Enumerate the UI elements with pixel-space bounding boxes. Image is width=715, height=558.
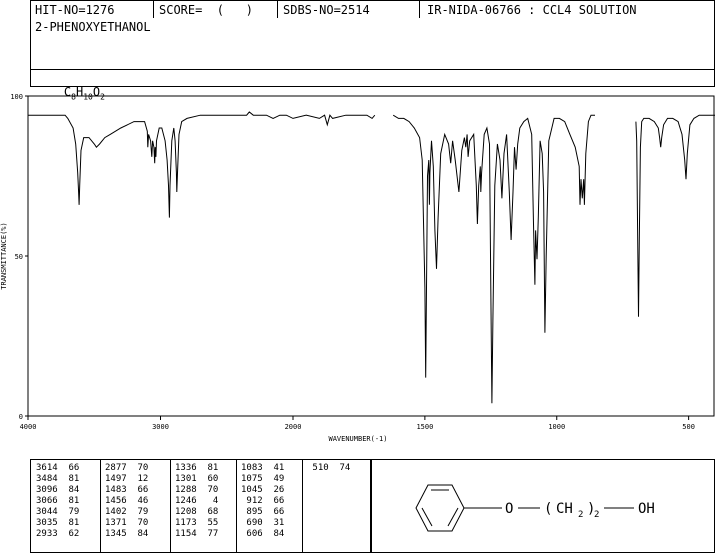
peak-entry: 1045 26 bbox=[241, 485, 285, 495]
spectrum-segment bbox=[635, 114, 715, 317]
chain-open-paren: ( bbox=[544, 501, 552, 517]
peak-entry: 895 66 bbox=[241, 507, 285, 517]
peak-entry: 2877 70 bbox=[105, 463, 149, 473]
peak-entry: 606 84 bbox=[241, 529, 285, 539]
peak-entry: 1402 79 bbox=[105, 507, 149, 517]
peak-entry: 510 74 bbox=[307, 463, 351, 473]
peak-entry: 1301 60 bbox=[175, 474, 219, 484]
peak-entry: 1083 41 bbox=[241, 463, 285, 473]
x-tick-label: 1000 bbox=[548, 423, 565, 431]
peak-table-column: 510 74 bbox=[307, 463, 350, 474]
peak-entry: 3614 66 bbox=[36, 463, 80, 473]
ether-oxygen: O bbox=[505, 501, 513, 517]
peak-entry: 1246 4 bbox=[175, 496, 219, 506]
peak-table-divider bbox=[302, 459, 303, 553]
peak-entry: 690 31 bbox=[241, 518, 285, 528]
peak-entry: 1075 49 bbox=[241, 474, 285, 484]
chain-repeat-count: 2 bbox=[594, 510, 599, 520]
plot-frame bbox=[27, 95, 715, 417]
ir-spectrum-chart: 4000 3000 2000 1500 1000 500 0 50 100 TRANSMITTA… bbox=[0, 93, 715, 443]
peak-entry: 3484 81 bbox=[36, 474, 80, 484]
peak-entry: 1336 81 bbox=[175, 463, 219, 473]
peak-entry: 3035 81 bbox=[36, 518, 80, 528]
peak-entry: 1483 66 bbox=[105, 485, 149, 495]
y-tick-label: 100 bbox=[10, 93, 23, 101]
peak-table-column: 1336 81 1301 60 1288 70 1246 4 1208 68 1173 5… bbox=[175, 463, 218, 540]
spectrum-segment bbox=[28, 111, 376, 218]
x-axis-label: WAVENUMBER(-1) bbox=[328, 435, 387, 443]
methylene-group: CH bbox=[556, 501, 573, 517]
x-tick-label: 3000 bbox=[152, 423, 169, 431]
peak-entry: 1371 70 bbox=[105, 518, 149, 528]
spectrum-segment bbox=[392, 114, 595, 404]
peak-entry: 3066 81 bbox=[36, 496, 80, 506]
peak-table-column: 1083 41 1075 49 1045 26 912 66 895 66 690 … bbox=[241, 463, 284, 540]
peak-table-divider bbox=[100, 459, 101, 553]
y-axis-label: TRANSMITTANCE(%) bbox=[0, 222, 8, 289]
peak-entry: 912 66 bbox=[241, 496, 285, 506]
peak-entry: 1345 84 bbox=[105, 529, 149, 539]
x-tick-label: 2000 bbox=[285, 423, 302, 431]
peak-entry: 1173 55 bbox=[175, 518, 219, 528]
peak-entry: 1456 46 bbox=[105, 496, 149, 506]
y-tick-label: 50 bbox=[15, 253, 23, 261]
peak-entry: 2933 62 bbox=[36, 529, 80, 539]
peak-entry: 3096 84 bbox=[36, 485, 80, 495]
peak-table-column: 3614 66 3484 81 3096 84 3066 81 3044 79 3035 … bbox=[36, 463, 79, 540]
x-tick-label: 1500 bbox=[416, 423, 433, 431]
y-tick-label: 0 bbox=[19, 413, 23, 421]
chemical-structure: O ( CH 2 ) 2 OH bbox=[415, 484, 655, 532]
peak-entry: 1154 77 bbox=[175, 529, 219, 539]
peak-entry: 3044 79 bbox=[36, 507, 80, 517]
methylene-subscript: 2 bbox=[578, 510, 583, 520]
x-tick-label: 4000 bbox=[20, 423, 37, 431]
peak-table-column: 2877 70 1497 12 1483 66 1456 46 1402 79 1371 … bbox=[105, 463, 148, 540]
peak-table-divider bbox=[236, 459, 237, 553]
hydroxyl-group: OH bbox=[638, 501, 655, 517]
peak-entry: 1288 70 bbox=[175, 485, 219, 495]
peak-entry: 1208 68 bbox=[175, 507, 219, 517]
peak-table-divider bbox=[170, 459, 171, 553]
x-tick-label: 500 bbox=[682, 423, 695, 431]
benzene-ring bbox=[415, 484, 465, 532]
structure-box: O ( CH 2 ) 2 OH bbox=[371, 459, 715, 553]
peak-entry: 1497 12 bbox=[105, 474, 149, 484]
